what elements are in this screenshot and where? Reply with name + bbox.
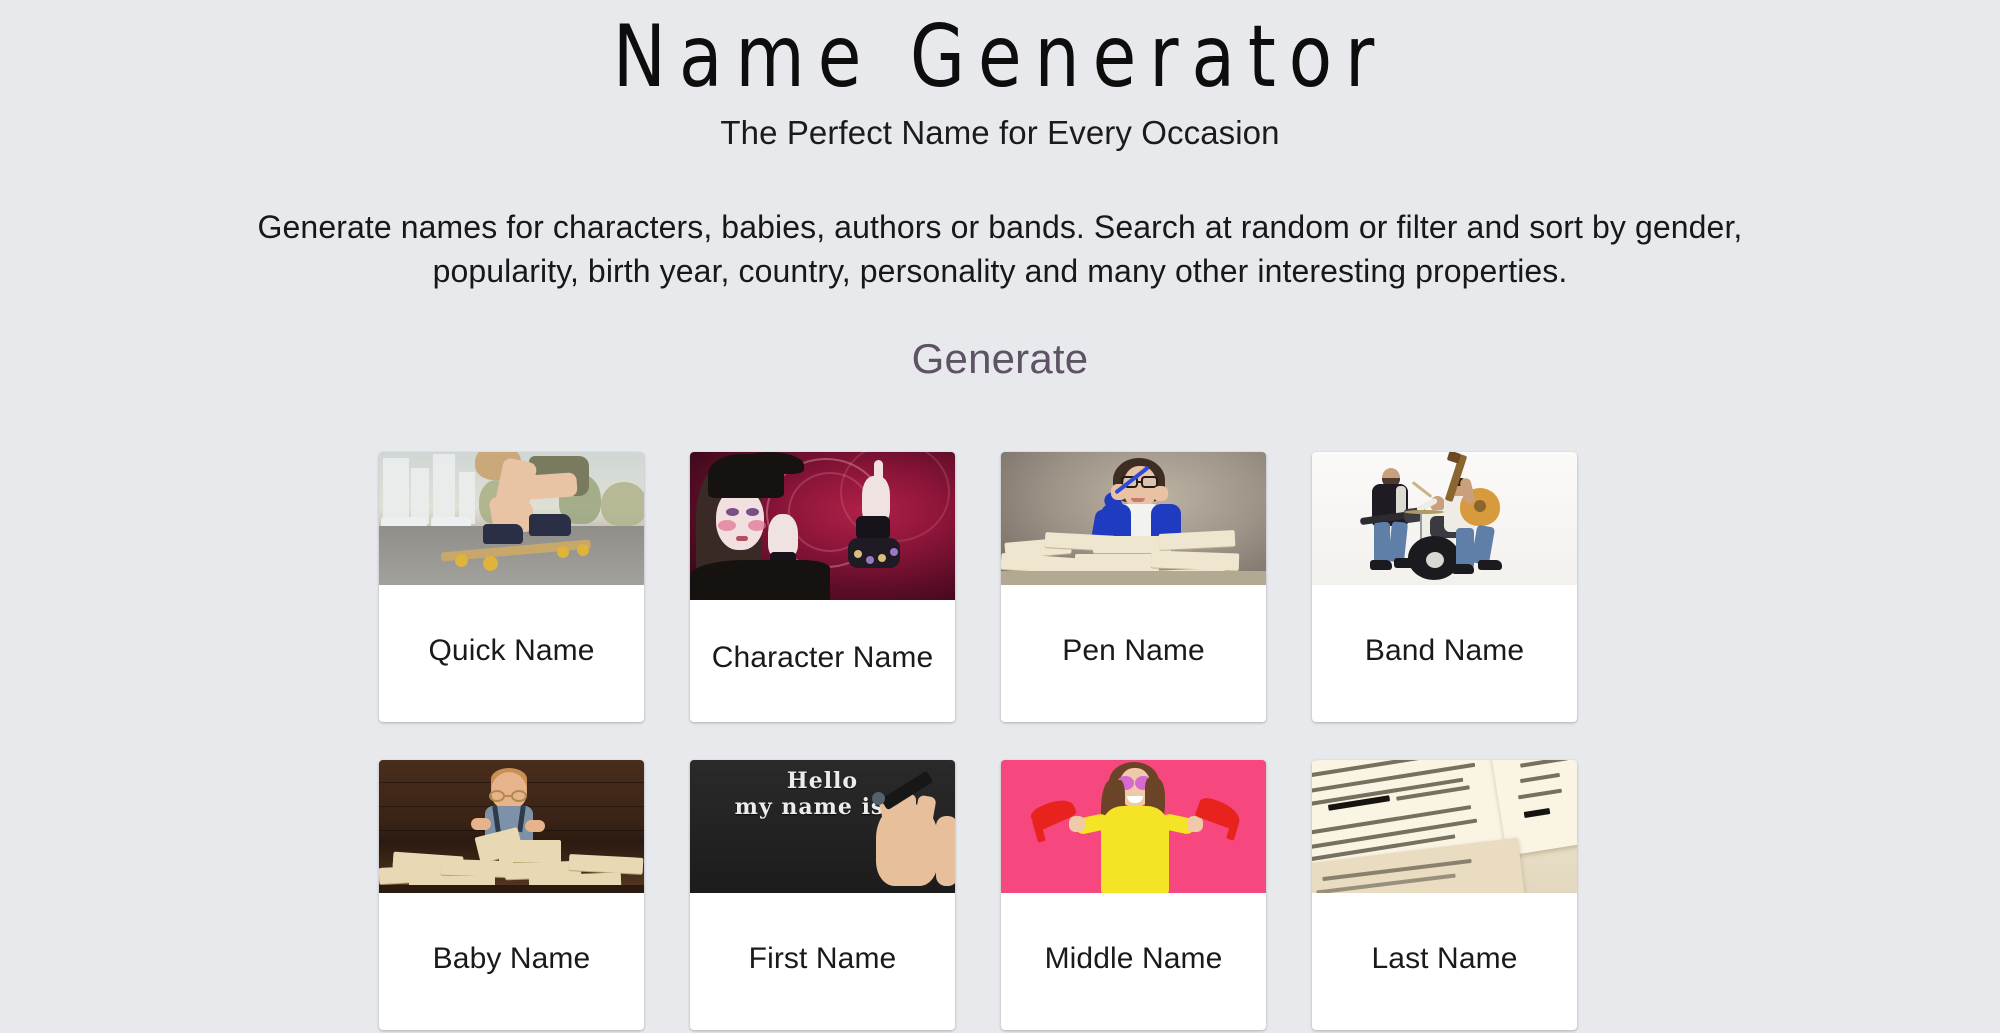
card-middle-name[interactable]: Middle Name xyxy=(1001,760,1266,1030)
card-label: Pen Name xyxy=(1062,633,1205,667)
first-name-thumbnail: Hello my name is... xyxy=(690,760,955,893)
card-label: Band Name xyxy=(1364,633,1525,667)
pen-name-thumbnail xyxy=(1001,452,1266,585)
card-label: Last Name xyxy=(1371,941,1518,975)
middle-name-thumbnail xyxy=(1001,760,1266,893)
page-root: Name Generator The Perfect Name for Ever… xyxy=(0,0,2000,1033)
band-name-thumbnail xyxy=(1312,452,1577,585)
card-first-name[interactable]: Hello my name is... First Name xyxy=(690,760,955,1030)
card-label: Quick Name xyxy=(428,633,595,667)
card-last-name[interactable]: Last Name xyxy=(1312,760,1577,1030)
page-header: Name Generator The Perfect Name for Ever… xyxy=(0,0,2000,383)
card-quick-name[interactable]: Quick Name xyxy=(379,452,644,722)
card-label: Baby Name xyxy=(432,941,591,975)
section-heading-generate: Generate xyxy=(911,334,1089,382)
page-tagline: The Perfect Name for Every Occasion xyxy=(720,114,1280,152)
last-name-thumbnail xyxy=(1312,760,1577,893)
card-label: Character Name xyxy=(711,641,934,674)
card-character-name[interactable]: Character Name xyxy=(690,452,955,722)
quick-name-thumbnail xyxy=(379,452,644,585)
page-intro-text: Generate names for characters, babies, a… xyxy=(257,208,1743,289)
baby-name-thumbnail xyxy=(379,760,644,893)
card-label: First Name xyxy=(748,941,897,975)
page-title: Name Generator xyxy=(612,7,1388,107)
card-band-name[interactable]: Band Name xyxy=(1312,452,1577,722)
card-baby-name[interactable]: Baby Name xyxy=(379,760,644,1030)
generator-card-grid: Quick Name Character Name Pen Name Band … xyxy=(379,452,1621,1030)
card-label: Middle Name xyxy=(1044,941,1223,975)
character-name-thumbnail xyxy=(690,452,955,600)
card-pen-name[interactable]: Pen Name xyxy=(1001,452,1266,722)
